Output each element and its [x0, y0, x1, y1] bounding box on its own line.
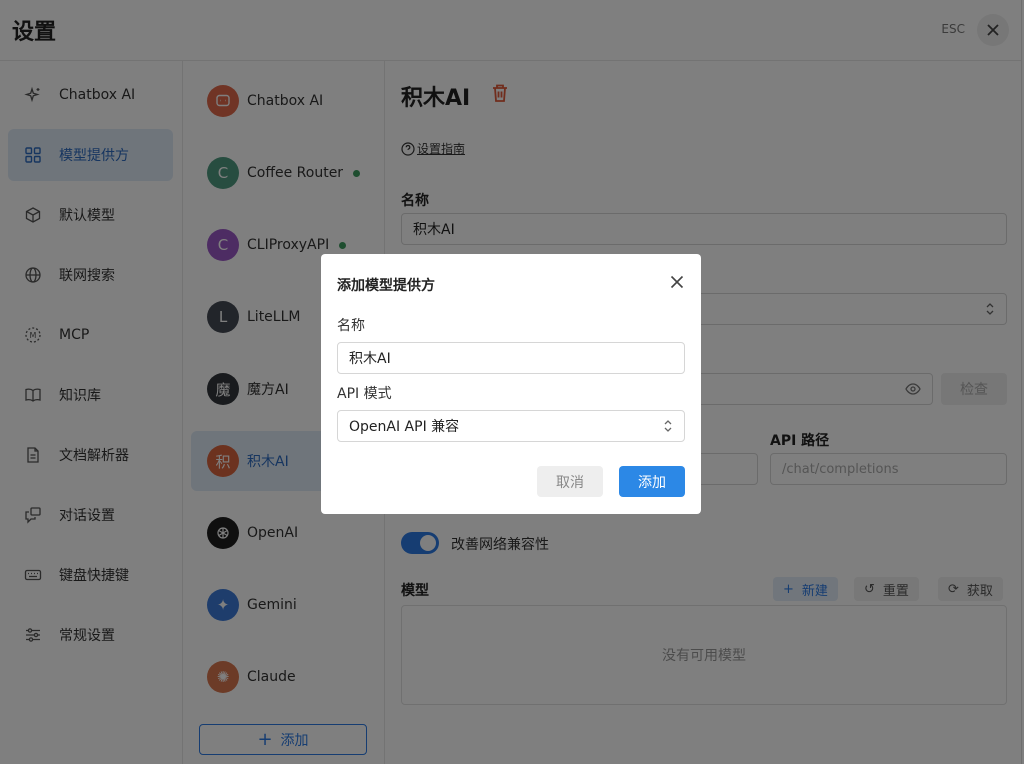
dialog-mode-label: API 模式 — [337, 386, 392, 402]
add-button[interactable]: 添加 — [619, 466, 685, 497]
dialog-close-button[interactable] — [669, 274, 685, 294]
cancel-button[interactable]: 取消 — [537, 466, 603, 497]
add-provider-dialog: 添加模型提供方 名称 积木AI API 模式 OpenAI API 兼容 取消 … — [321, 254, 701, 514]
api-mode-value: OpenAI API 兼容 — [349, 419, 460, 435]
dialog-name-label: 名称 — [337, 318, 365, 334]
close-icon — [670, 275, 684, 289]
dialog-api-mode-select[interactable]: OpenAI API 兼容 — [337, 410, 685, 442]
dialog-title: 添加模型提供方 — [337, 278, 435, 294]
dialog-name-input[interactable]: 积木AI — [337, 342, 685, 374]
chevron-updown-icon — [664, 420, 672, 432]
